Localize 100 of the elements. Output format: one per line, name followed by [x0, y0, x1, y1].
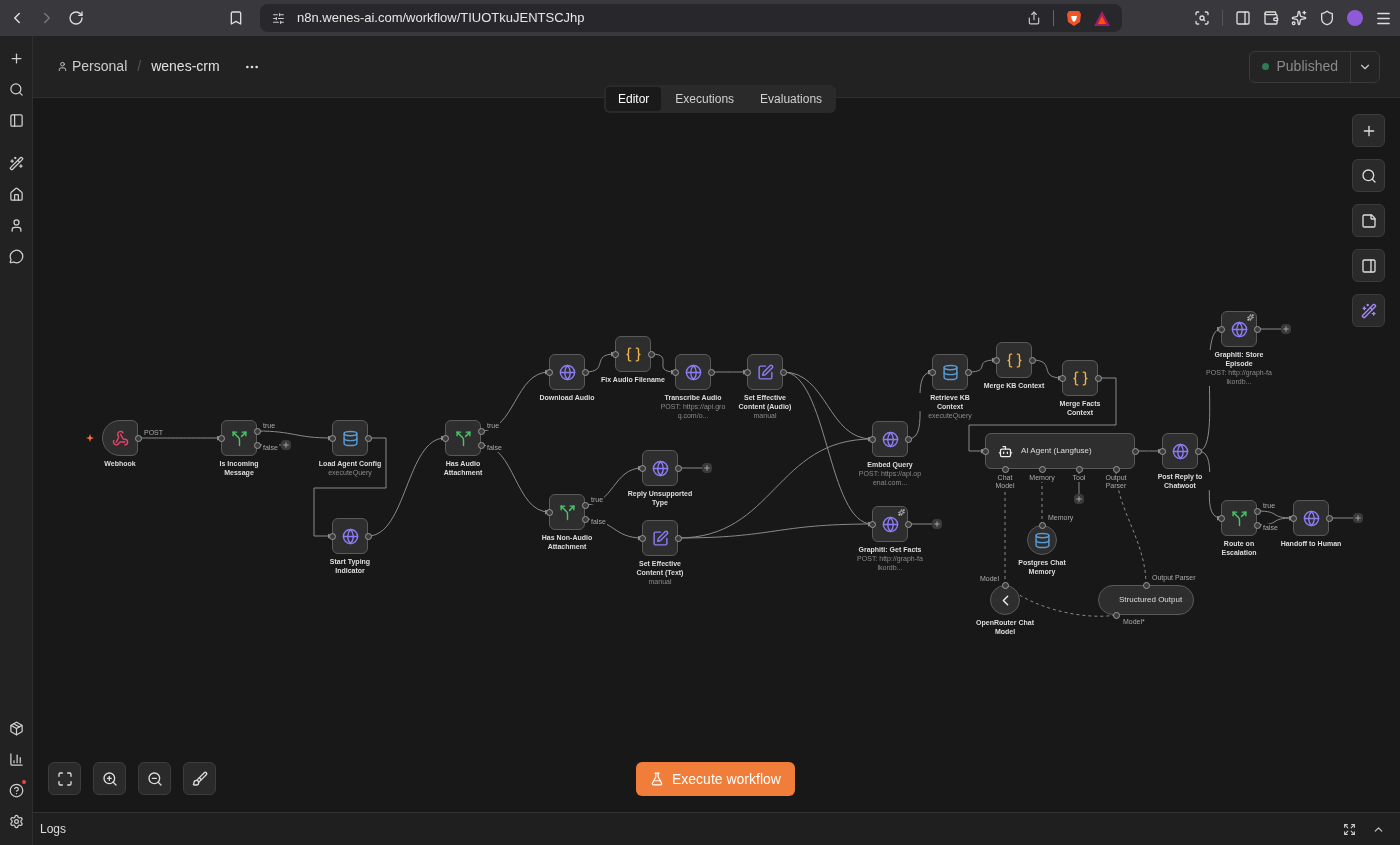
- port-handle[interactable]: [581, 368, 589, 376]
- zoom-in-button[interactable]: [93, 762, 126, 795]
- shield-icon[interactable]: [1319, 10, 1335, 26]
- workflow-node[interactable]: [615, 336, 651, 372]
- add-node-button[interactable]: [932, 519, 942, 529]
- port-handle[interactable]: [743, 368, 751, 376]
- add-node-button[interactable]: [1281, 324, 1291, 334]
- port-handle[interactable]: [964, 368, 972, 376]
- port-handle[interactable]: [868, 435, 876, 443]
- wallet-icon[interactable]: [1263, 10, 1279, 26]
- port-handle[interactable]: [1075, 465, 1083, 473]
- port-handle[interactable]: [328, 532, 336, 540]
- reader-icon[interactable]: [1194, 10, 1210, 26]
- bookmark-icon[interactable]: [228, 10, 244, 26]
- logs-title[interactable]: Logs: [40, 820, 67, 838]
- port-handle[interactable]: [545, 508, 553, 516]
- port-handle[interactable]: [1094, 374, 1102, 382]
- port-handle[interactable]: [1058, 374, 1066, 382]
- share-icon[interactable]: [1027, 11, 1041, 25]
- workflow-node[interactable]: [332, 518, 368, 554]
- workflow-node[interactable]: [549, 494, 585, 530]
- add-node-button[interactable]: [1352, 114, 1385, 147]
- workflow-node[interactable]: [996, 342, 1032, 378]
- port-handle[interactable]: [647, 350, 655, 358]
- workflow-node[interactable]: [549, 354, 585, 390]
- port-handle[interactable]: [1325, 514, 1333, 522]
- workflow-node[interactable]: [675, 354, 711, 390]
- workflow-node[interactable]: [990, 585, 1020, 615]
- port-handle[interactable]: [328, 434, 336, 442]
- workflow-name[interactable]: wenes-crm: [151, 56, 220, 77]
- port-handle[interactable]: [217, 434, 225, 442]
- reload-icon[interactable]: [68, 10, 84, 26]
- address-bar[interactable]: n8n.wenes-ai.com/workflow/TIUOTkuJENTSCJhp: [260, 4, 1122, 32]
- workflow-node[interactable]: [642, 520, 678, 556]
- port-handle[interactable]: [1217, 325, 1225, 333]
- port-handle[interactable]: [364, 434, 372, 442]
- sticky-note-button[interactable]: [1352, 204, 1385, 237]
- workflow-node[interactable]: Structured Output: [1098, 585, 1194, 615]
- lion-shield-icon[interactable]: [1066, 9, 1082, 27]
- port-handle[interactable]: [1289, 514, 1297, 522]
- workflow-node[interactable]: [1221, 500, 1257, 536]
- port-handle[interactable]: [1158, 447, 1166, 455]
- port-handle[interactable]: [1194, 447, 1202, 455]
- port-handle[interactable]: [707, 368, 715, 376]
- fit-view-button[interactable]: [48, 762, 81, 795]
- workflow-node[interactable]: [932, 354, 968, 390]
- port-handle[interactable]: [904, 435, 912, 443]
- port-handle[interactable]: [868, 520, 876, 528]
- port-handle[interactable]: [1001, 465, 1009, 473]
- profile-avatar[interactable]: [1347, 10, 1363, 26]
- port-handle[interactable]: [671, 368, 679, 376]
- workflow-node[interactable]: [1293, 500, 1329, 536]
- sidebar-icon[interactable]: [1235, 10, 1251, 26]
- tidy-up-button[interactable]: [183, 762, 216, 795]
- workflow-node[interactable]: [445, 420, 481, 456]
- port-handle[interactable]: [981, 447, 989, 455]
- port-handle[interactable]: [1112, 465, 1120, 473]
- port-handle[interactable]: [441, 434, 449, 442]
- port-handle[interactable]: [674, 534, 682, 542]
- port-handle[interactable]: [674, 464, 682, 472]
- port-handle[interactable]: [364, 532, 372, 540]
- port-handle[interactable]: [1028, 356, 1036, 364]
- search-button[interactable]: [1352, 159, 1385, 192]
- port-handle[interactable]: [1253, 325, 1261, 333]
- workflow-node[interactable]: [1062, 360, 1098, 396]
- workflow-node[interactable]: [1027, 525, 1057, 555]
- workflow-node[interactable]: [1221, 311, 1257, 347]
- port-handle[interactable]: [545, 368, 553, 376]
- workflow-node[interactable]: [332, 420, 368, 456]
- port-handle[interactable]: [638, 464, 646, 472]
- ai-assistant-button[interactable]: [1352, 294, 1385, 327]
- port-handle[interactable]: [611, 350, 619, 358]
- port-handle[interactable]: [1038, 465, 1046, 473]
- port-handle[interactable]: [992, 356, 1000, 364]
- workflow-node[interactable]: [221, 420, 257, 456]
- port-handle[interactable]: [779, 368, 787, 376]
- port-handle[interactable]: [1112, 611, 1120, 619]
- panel-button[interactable]: [1352, 249, 1385, 282]
- port-handle[interactable]: [928, 368, 936, 376]
- port-handle[interactable]: [134, 434, 142, 442]
- port-handle[interactable]: [904, 520, 912, 528]
- add-node-button[interactable]: [1353, 513, 1363, 523]
- sparkle-icon[interactable]: [1291, 10, 1307, 26]
- workflow-node[interactable]: [102, 420, 138, 456]
- workflow-node[interactable]: AI Agent (Langfuse): [985, 433, 1135, 469]
- tab[interactable]: Executions: [663, 87, 747, 111]
- port-handle[interactable]: [1131, 447, 1139, 455]
- triangle-icon[interactable]: [1094, 10, 1110, 26]
- workflow-node[interactable]: [747, 354, 783, 390]
- port-handle[interactable]: [1038, 521, 1046, 529]
- workflow-node[interactable]: [872, 506, 908, 542]
- workflow-node[interactable]: [1162, 433, 1198, 469]
- add-node-button[interactable]: [702, 463, 712, 473]
- zoom-out-button[interactable]: [138, 762, 171, 795]
- workflow-node[interactable]: [642, 450, 678, 486]
- port-handle[interactable]: [1142, 581, 1150, 589]
- popout-icon[interactable]: [1343, 822, 1356, 836]
- workflow-node[interactable]: [872, 421, 908, 457]
- project-link[interactable]: Personal: [72, 56, 128, 77]
- sliders-icon[interactable]: [272, 11, 285, 25]
